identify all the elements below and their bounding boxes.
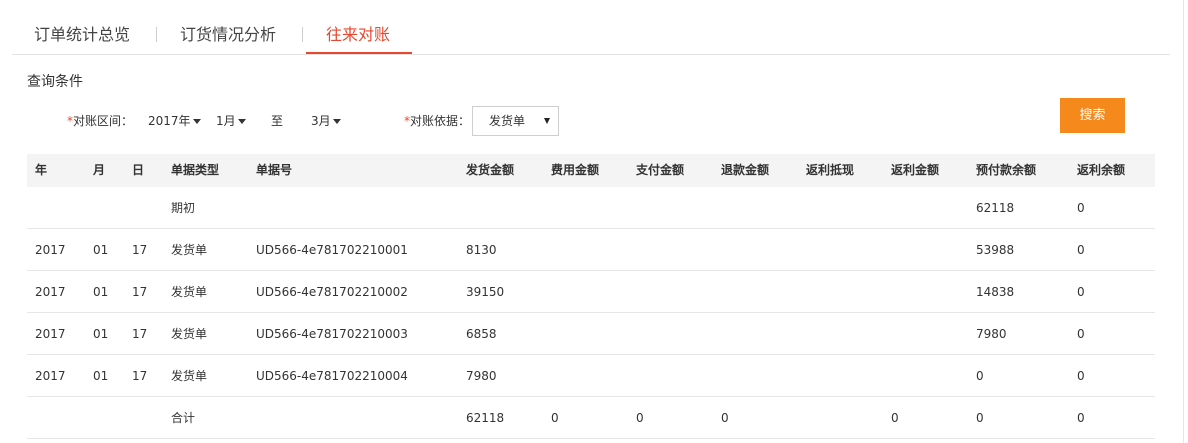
table-cell: 01 bbox=[93, 243, 109, 257]
table-cell: 62118 bbox=[466, 411, 505, 425]
table-cell: UD566-4e781702210003 bbox=[256, 327, 408, 341]
period-label-text: 对账区间： bbox=[73, 114, 134, 128]
table-row: 2017 01 17 发货单 UD566-4e781702210002 39150 1483… bbox=[27, 271, 1155, 313]
table-cell: UD566-4e781702210002 bbox=[256, 285, 408, 299]
tab-order-overview[interactable]: 订单统计总览 bbox=[34, 0, 130, 54]
table-header: 年 月 日 单据类型 单据号 发货金额 费用金额 支付金额 退款金额 返利抵现 … bbox=[27, 154, 1155, 187]
table-cell: 发货单 bbox=[171, 369, 208, 383]
caret-down-icon bbox=[192, 119, 201, 124]
month-from-dropdown[interactable]: 1月 bbox=[216, 112, 246, 129]
basis-label-text: 对账依据： bbox=[410, 114, 471, 128]
table-cell: 发货单 bbox=[171, 327, 208, 341]
tab-divider bbox=[156, 27, 157, 42]
table-cell: 0 bbox=[1077, 285, 1085, 299]
basis-select[interactable]: 发货单 bbox=[472, 106, 559, 136]
table-cell: 0 bbox=[1077, 243, 1085, 257]
period-label: *对账区间： bbox=[67, 112, 133, 129]
caret-down-icon bbox=[237, 119, 246, 124]
table-cell: 17 bbox=[132, 285, 148, 299]
search-button[interactable]: 搜索 bbox=[1060, 98, 1125, 133]
table-row: 合计 62118 0 0 0 0 0 0 bbox=[27, 397, 1155, 439]
table-cell: 0 bbox=[721, 411, 729, 425]
month-to-dropdown[interactable]: 3月 bbox=[311, 112, 341, 129]
column-header: 单据类型 bbox=[171, 163, 220, 177]
table-cell: 期初 bbox=[171, 201, 196, 215]
reconciliation-table: 年 月 日 单据类型 单据号 发货金额 费用金额 支付金额 退款金额 返利抵现 … bbox=[27, 154, 1155, 439]
table-cell: 17 bbox=[132, 327, 148, 341]
tab-divider bbox=[302, 27, 303, 42]
column-header: 预付款余额 bbox=[976, 163, 1037, 177]
table-row: 2017 01 17 发货单 UD566-4e781702210003 6858 7980 0 bbox=[27, 313, 1155, 355]
query-conditions-title: 查询条件 bbox=[27, 74, 83, 90]
column-header: 退款金额 bbox=[721, 163, 770, 177]
column-header: 费用金额 bbox=[551, 163, 600, 177]
column-header: 返利金额 bbox=[891, 163, 940, 177]
table-cell: 2017 bbox=[35, 369, 66, 383]
column-header: 返利抵现 bbox=[806, 163, 855, 177]
column-header: 发货金额 bbox=[466, 163, 515, 177]
table-cell: 0 bbox=[976, 411, 984, 425]
table-row: 2017 01 17 发货单 UD566-4e781702210004 7980 0 0 bbox=[27, 355, 1155, 397]
tab-bar: 订单统计总览 订货情况分析 往来对账 bbox=[12, 0, 1170, 55]
panel-border bbox=[1183, 0, 1184, 443]
table-cell: 7980 bbox=[976, 327, 1007, 341]
table-cell: 01 bbox=[93, 327, 109, 341]
table-cell: 39150 bbox=[466, 285, 505, 299]
table-row: 期初 62118 0 bbox=[27, 187, 1155, 229]
table-cell: 0 bbox=[1077, 327, 1085, 341]
column-header: 月 bbox=[93, 163, 106, 177]
table-cell: 2017 bbox=[35, 327, 66, 341]
month-to-value: 3月 bbox=[311, 114, 331, 128]
table-row: 2017 01 17 发货单 UD566-4e781702210001 8130 53988… bbox=[27, 229, 1155, 271]
tab-order-analysis[interactable]: 订货情况分析 bbox=[180, 0, 276, 54]
table-cell: 62118 bbox=[976, 201, 1015, 215]
table-cell: 0 bbox=[1077, 411, 1085, 425]
table-cell: UD566-4e781702210001 bbox=[256, 243, 408, 257]
table-cell: 01 bbox=[93, 369, 109, 383]
table-cell: 17 bbox=[132, 369, 148, 383]
table-cell: 2017 bbox=[35, 243, 66, 257]
triangle-down-icon bbox=[544, 118, 550, 124]
table-cell: 01 bbox=[93, 285, 109, 299]
table-cell: UD566-4e781702210004 bbox=[256, 369, 408, 383]
table-cell: 17 bbox=[132, 243, 148, 257]
table-cell: 8130 bbox=[466, 243, 497, 257]
column-header: 日 bbox=[132, 163, 145, 177]
table-body: 期初 62118 0 2017 01 17 发货单 UD566-4e781702210001 8… bbox=[27, 187, 1155, 439]
table-cell: 合计 bbox=[171, 411, 196, 425]
table-cell: 0 bbox=[1077, 369, 1085, 383]
year-dropdown[interactable]: 2017年 bbox=[148, 112, 201, 129]
column-header: 支付金额 bbox=[636, 163, 685, 177]
active-tab-indicator bbox=[306, 52, 412, 54]
table-cell: 0 bbox=[976, 369, 984, 383]
table-cell: 6858 bbox=[466, 327, 497, 341]
column-header: 返利余额 bbox=[1077, 163, 1126, 177]
column-header: 单据号 bbox=[256, 163, 293, 177]
month-from-value: 1月 bbox=[216, 114, 236, 128]
column-header: 年 bbox=[35, 163, 48, 177]
table-cell: 7980 bbox=[466, 369, 497, 383]
table-cell: 0 bbox=[891, 411, 899, 425]
basis-select-value: 发货单 bbox=[489, 114, 526, 128]
year-value: 2017年 bbox=[148, 114, 191, 128]
caret-down-icon bbox=[332, 119, 341, 124]
table-cell: 发货单 bbox=[171, 285, 208, 299]
table-cell: 发货单 bbox=[171, 243, 208, 257]
to-label: 至 bbox=[271, 114, 284, 128]
table-cell: 0 bbox=[636, 411, 644, 425]
table-cell: 2017 bbox=[35, 285, 66, 299]
table-cell: 0 bbox=[1077, 201, 1085, 215]
table-cell: 53988 bbox=[976, 243, 1015, 257]
table-cell: 14838 bbox=[976, 285, 1015, 299]
basis-label: *对账依据： bbox=[404, 112, 470, 129]
table-cell: 0 bbox=[551, 411, 559, 425]
tab-reconciliation[interactable]: 往来对账 bbox=[326, 0, 390, 54]
